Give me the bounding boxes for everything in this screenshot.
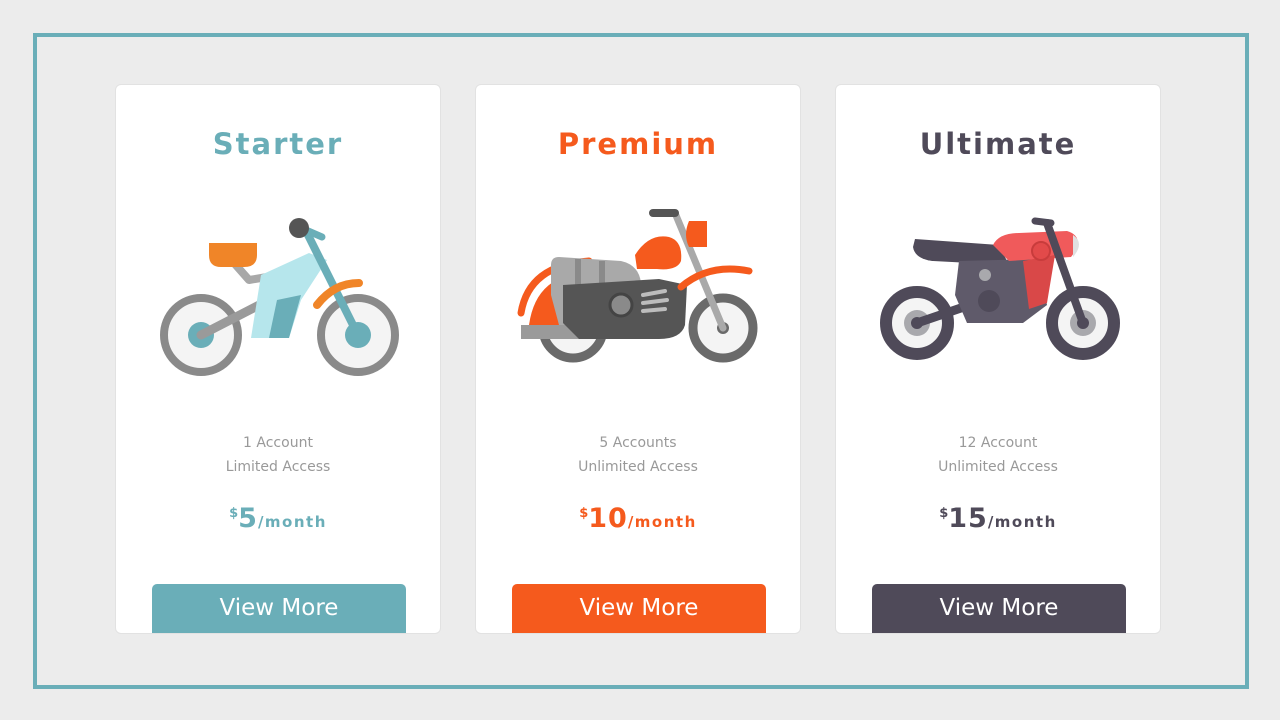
plan-price: $5/month (116, 503, 440, 534)
sport-motorcycle-icon (880, 217, 1120, 360)
plan-features: 5 Accounts Unlimited Access (476, 431, 800, 479)
plan-price: $15/month (836, 503, 1160, 534)
price-currency: $ (229, 506, 239, 521)
price-amount: 10 (588, 503, 628, 534)
plan-title: Ultimate (919, 127, 1077, 161)
plan-features: 1 Account Limited Access (116, 431, 440, 479)
pricing-card-premium: Premium 5 Accounts Unlimited Access $10/… (475, 84, 801, 634)
plan-title: Premium (557, 127, 719, 161)
cruiser-motorcycle-icon (517, 209, 758, 363)
pricing-card-starter: Starter 1 Account Limited Access $5/mont… (115, 84, 441, 634)
plan-title: Starter (212, 127, 344, 161)
price-currency: $ (579, 506, 589, 521)
feature-accounts: 1 Account (243, 435, 313, 451)
view-more-button-premium[interactable]: View More (512, 584, 766, 633)
plan-features: 12 Account Unlimited Access (836, 431, 1160, 479)
view-more-button-ultimate[interactable]: View More (872, 584, 1126, 633)
price-period: /month (257, 513, 327, 531)
plan-price: $10/month (476, 503, 800, 534)
feature-accounts: 5 Accounts (599, 435, 677, 451)
price-period: /month (627, 513, 697, 531)
price-currency: $ (939, 506, 949, 521)
price-amount: 5 (238, 503, 258, 534)
feature-accounts: 12 Account (958, 435, 1038, 451)
pricing-card-ultimate: Ultimate 12 Account Unlimited Access $15… (835, 84, 1161, 634)
view-more-button-starter[interactable]: View More (152, 584, 406, 633)
price-period: /month (987, 513, 1057, 531)
feature-access: Limited Access (225, 459, 331, 475)
price-amount: 15 (948, 503, 988, 534)
feature-access: Unlimited Access (578, 459, 698, 475)
feature-access: Unlimited Access (938, 459, 1058, 475)
dirt-bike-icon (160, 218, 399, 376)
